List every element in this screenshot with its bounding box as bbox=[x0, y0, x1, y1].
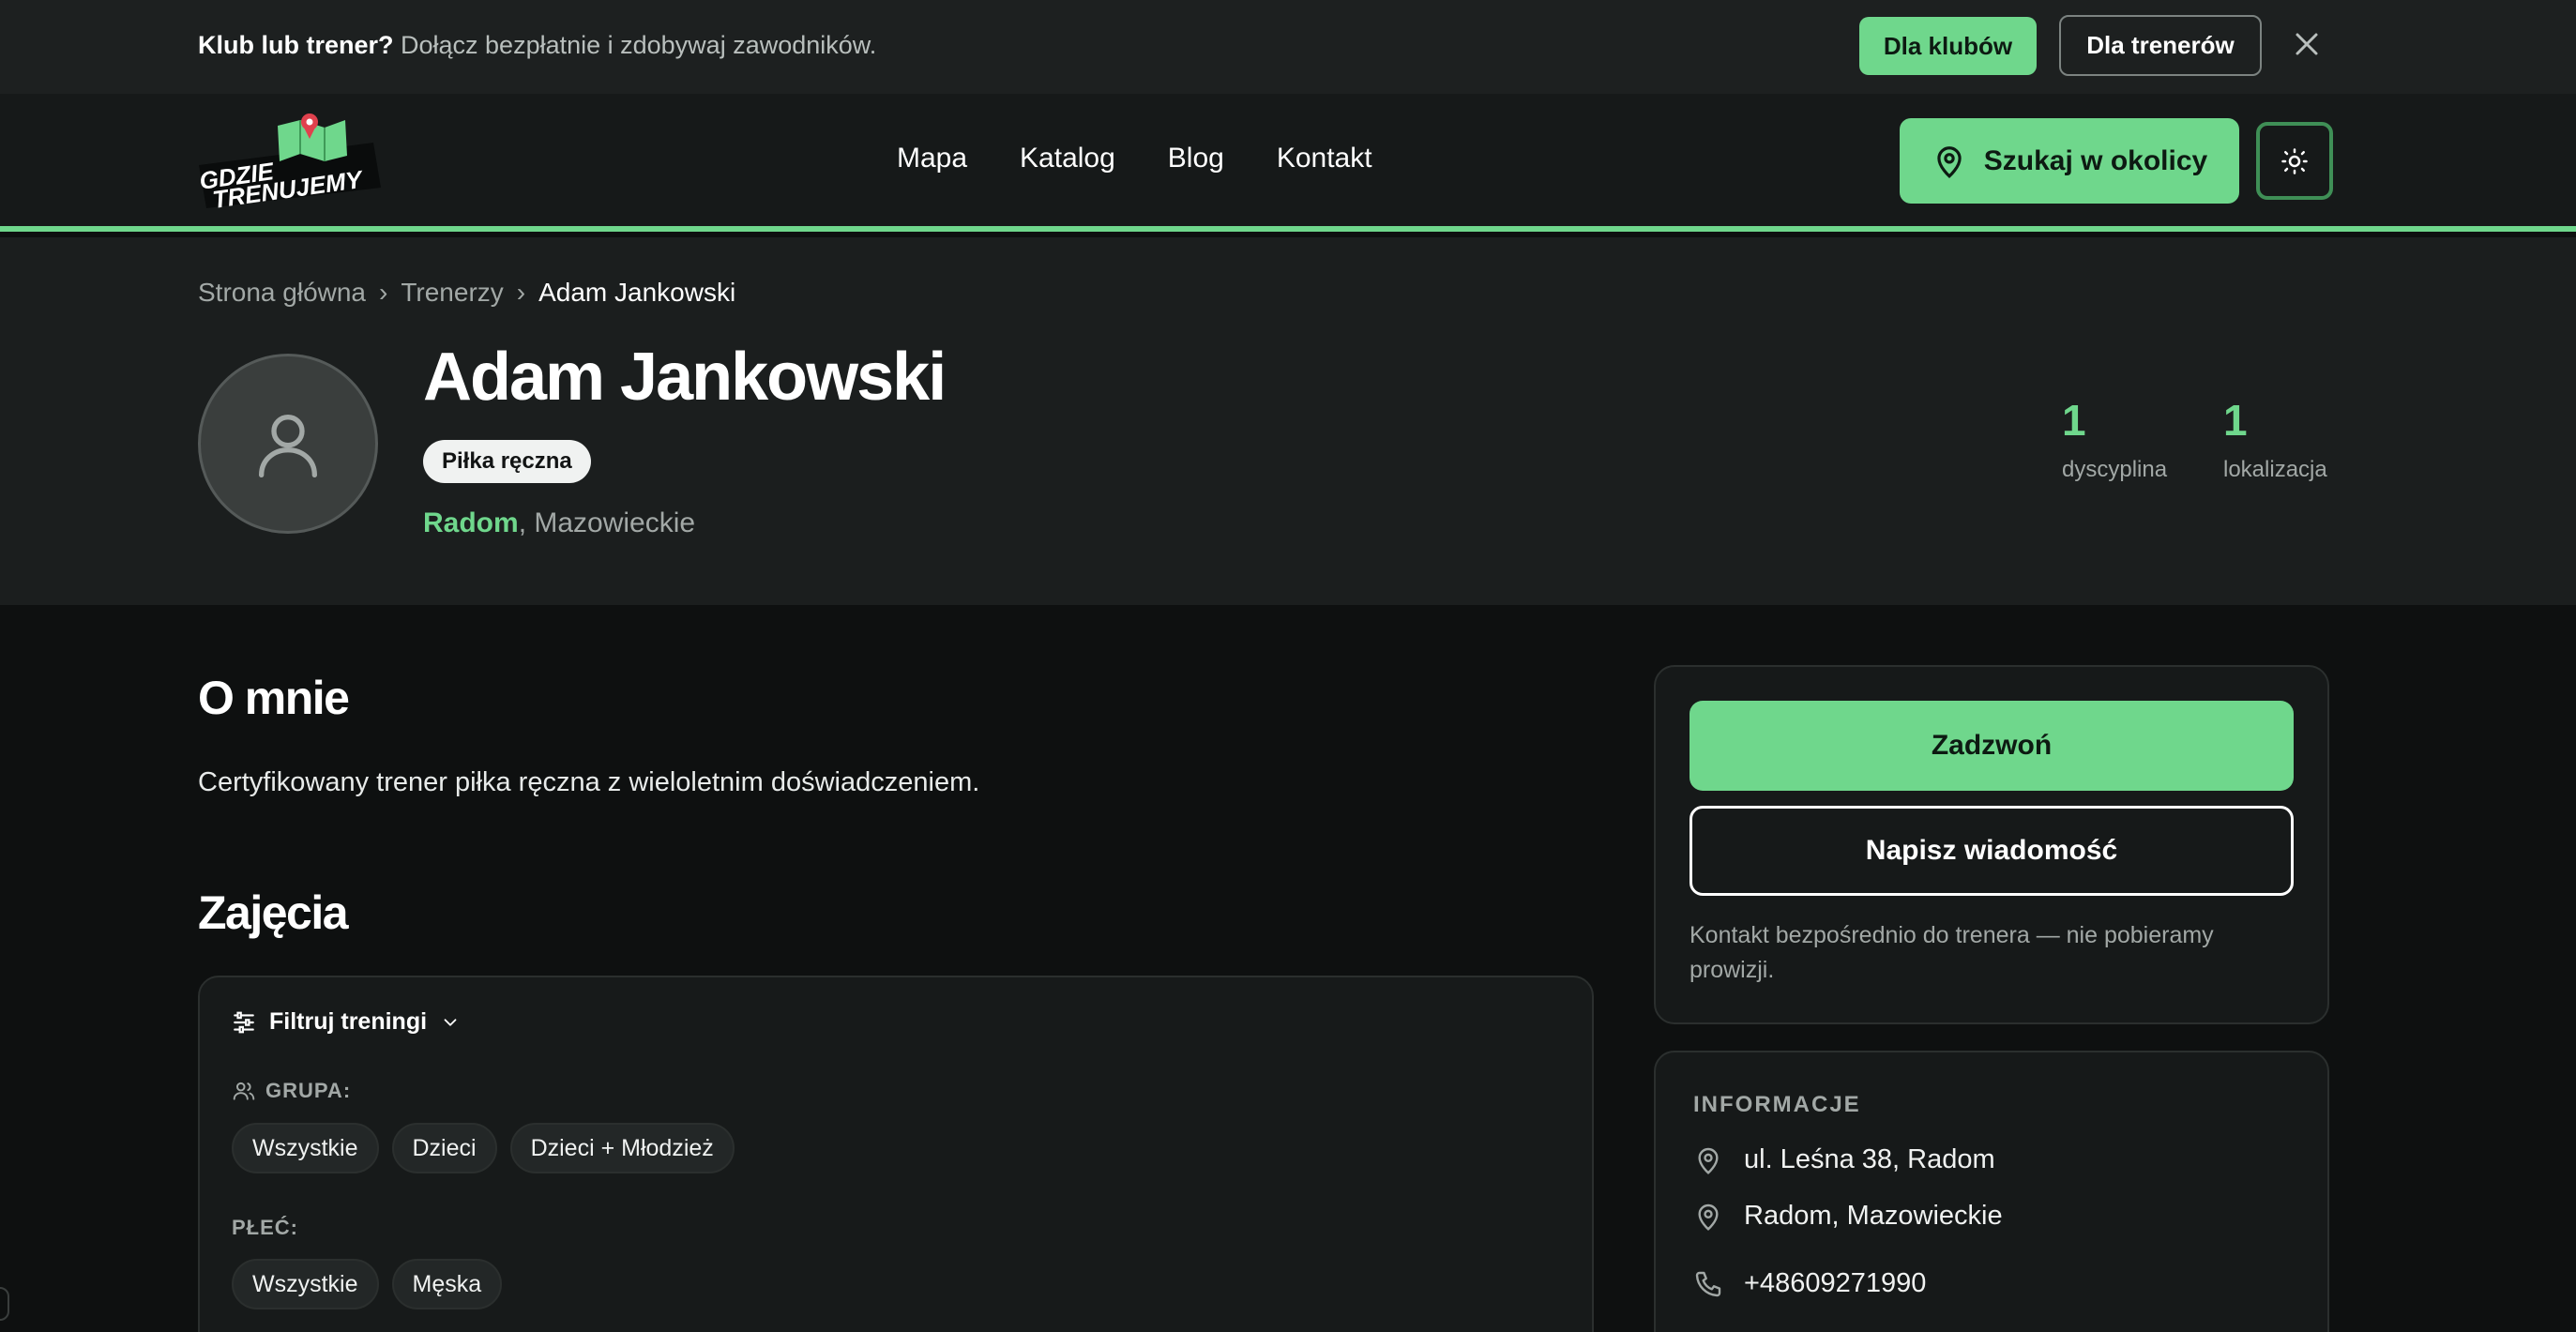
main-nav: Mapa Katalog Blog Kontakt bbox=[897, 143, 1425, 174]
avatar bbox=[198, 354, 378, 534]
profile-city[interactable]: Radom bbox=[423, 507, 519, 538]
announcement-bold: Klub lub trener? bbox=[198, 31, 394, 59]
stat-locations: 1 lokalizacja bbox=[2223, 395, 2327, 483]
filter-toggle[interactable]: Filtruj treningi bbox=[232, 1008, 461, 1036]
user-icon bbox=[259, 415, 318, 478]
announcement-body: Dołącz bezpłatnie i zdobywaj zawodników. bbox=[393, 31, 877, 59]
info-phone-text[interactable]: +48609271990 bbox=[1744, 1268, 1926, 1299]
site-header: GDZIE TRENUJEMY Mapa Katalog Blog Kontak… bbox=[0, 94, 2576, 232]
map-pin-icon bbox=[1937, 145, 1962, 178]
search-nearby-button[interactable]: Szukaj w okolicy bbox=[1900, 118, 2239, 204]
group-option-children-youth[interactable]: Dzieci + Młodzież bbox=[509, 1123, 735, 1173]
info-location-text: Radom, Mazowieckie bbox=[1744, 1201, 2003, 1231]
info-phone[interactable]: +48609271990 bbox=[1693, 1268, 1926, 1299]
stat-value: 1 bbox=[2223, 396, 2248, 445]
info-title: INFORMACJE bbox=[1693, 1092, 1861, 1117]
breadcrumb-trainers[interactable]: Trenerzy bbox=[401, 278, 503, 308]
for-clubs-button[interactable]: Dla klubów bbox=[1859, 17, 2037, 75]
breadcrumb-current: Adam Jankowski bbox=[538, 278, 736, 307]
for-trainers-button[interactable]: Dla trenerów bbox=[2059, 15, 2262, 76]
about-heading: O mnie bbox=[198, 672, 350, 724]
gender-option-all[interactable]: Wszystkie bbox=[232, 1259, 379, 1309]
nav-blog[interactable]: Blog bbox=[1168, 143, 1224, 174]
classes-heading: Zajęcia bbox=[198, 886, 349, 939]
filter-card: Filtruj treningi GRUPA: Wszystkie Dzieci… bbox=[198, 976, 1594, 1332]
group-label: GRUPA: bbox=[265, 1079, 352, 1102]
stat-label: dyscyplina bbox=[2062, 457, 2168, 482]
stat-disciplines: 1 dyscyplina bbox=[2062, 395, 2167, 483]
info-card: INFORMACJE ul. Leśna 38, Radom Radom, Ma… bbox=[1654, 1051, 2329, 1332]
breadcrumb-home[interactable]: Strona główna bbox=[198, 278, 366, 308]
group-option-children[interactable]: Dzieci bbox=[391, 1123, 497, 1173]
logo[interactable]: GDZIE TRENUJEMY bbox=[195, 107, 383, 212]
scroll-handle[interactable] bbox=[0, 1287, 9, 1321]
group-option-all[interactable]: Wszystkie bbox=[232, 1123, 379, 1173]
announcement-bar: Klub lub trener? Dołącz bezpłatnie i zdo… bbox=[0, 0, 2576, 94]
phone-icon bbox=[1695, 1271, 1721, 1296]
breadcrumb: Strona główna › Trenerzy › Adam Jankowsk… bbox=[198, 278, 735, 308]
info-address: ul. Leśna 38, Radom bbox=[1693, 1144, 1995, 1175]
page-title: Adam Jankowski bbox=[423, 340, 947, 415]
sliders-icon bbox=[234, 1011, 254, 1033]
info-location: Radom, Mazowieckie bbox=[1693, 1201, 2003, 1232]
nav-kontakt[interactable]: Kontakt bbox=[1277, 143, 1372, 174]
gender-filter-label: PŁEĆ: bbox=[232, 1216, 298, 1240]
gender-options: Wszystkie Męska bbox=[232, 1259, 503, 1309]
contact-note: Kontakt bezpośrednio do trenera — nie po… bbox=[1690, 922, 2214, 983]
announcement-text: Klub lub trener? Dołącz bezpłatnie i zdo… bbox=[198, 31, 876, 60]
stat-label: lokalizacja bbox=[2223, 457, 2327, 482]
contact-card: Zadzwoń Napisz wiadomość Kontakt bezpośr… bbox=[1654, 665, 2329, 1024]
theme-toggle-button[interactable] bbox=[2256, 122, 2333, 200]
group-filter-label: GRUPA: bbox=[232, 1079, 351, 1103]
nav-katalog[interactable]: Katalog bbox=[1020, 143, 1115, 174]
gender-option-male[interactable]: Męska bbox=[391, 1259, 503, 1309]
profile-location: Radom, Mazowieckie bbox=[423, 507, 695, 539]
about-text: Certyfikowany trener piłka ręczna z wiel… bbox=[198, 767, 980, 797]
users-icon bbox=[233, 1082, 255, 1100]
group-options: Wszystkie Dzieci Dzieci + Młodzież bbox=[232, 1123, 735, 1173]
sun-icon bbox=[2281, 147, 2308, 174]
chevron-down-icon bbox=[444, 1018, 457, 1026]
info-address-text: ul. Leśna 38, Radom bbox=[1744, 1144, 1995, 1174]
profile-hero: Strona główna › Trenerzy › Adam Jankowsk… bbox=[0, 237, 2576, 605]
map-pin-icon bbox=[1698, 1203, 1719, 1231]
profile-region: , Mazowieckie bbox=[518, 507, 696, 538]
map-pin-icon bbox=[1698, 1147, 1719, 1174]
breadcrumb-separator: › bbox=[379, 278, 388, 307]
breadcrumb-separator: › bbox=[516, 278, 526, 307]
discipline-badge: Piłka ręczna bbox=[423, 440, 591, 483]
gender-label: PŁEĆ: bbox=[232, 1216, 298, 1239]
call-button[interactable]: Zadzwoń bbox=[1690, 701, 2294, 791]
stat-value: 1 bbox=[2062, 396, 2086, 445]
close-icon[interactable] bbox=[2291, 28, 2323, 60]
message-button[interactable]: Napisz wiadomość bbox=[1690, 806, 2294, 896]
search-nearby-label: Szukaj w okolicy bbox=[1983, 144, 2208, 176]
filter-toggle-label: Filtruj treningi bbox=[269, 1008, 428, 1035]
nav-mapa[interactable]: Mapa bbox=[897, 143, 967, 174]
